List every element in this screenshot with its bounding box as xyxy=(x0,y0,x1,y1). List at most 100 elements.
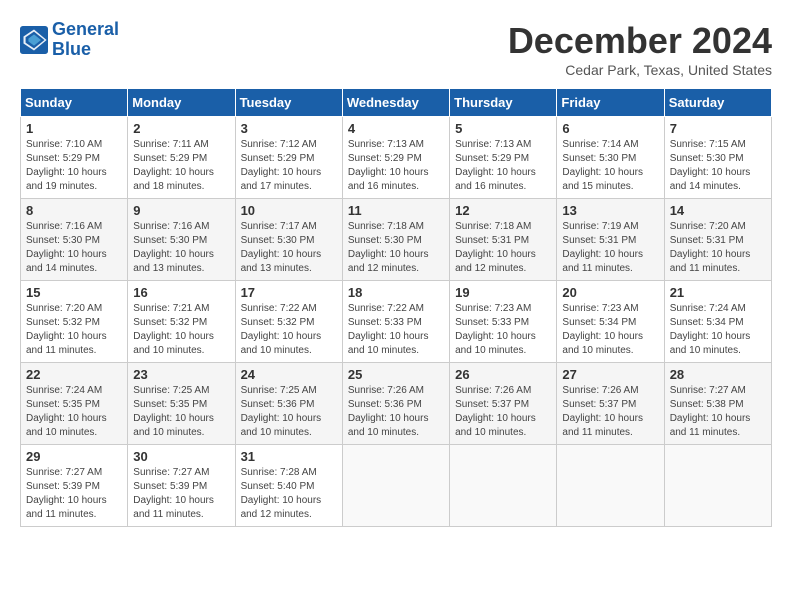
day-number-13: 13 xyxy=(562,203,658,218)
day-info-31: Sunrise: 7:28 AM Sunset: 5:40 PM Dayligh… xyxy=(241,466,337,522)
calendar-week-4: 29 Sunrise: 7:27 AM Sunset: 5:39 PM Dayl… xyxy=(21,445,772,527)
day-info-20: Sunrise: 7:23 AM Sunset: 5:34 PM Dayligh… xyxy=(562,302,658,358)
day-info-16: Sunrise: 7:21 AM Sunset: 5:32 PM Dayligh… xyxy=(133,302,229,358)
day-number-30: 30 xyxy=(133,449,229,464)
day-info-27: Sunrise: 7:26 AM Sunset: 5:37 PM Dayligh… xyxy=(562,384,658,440)
day-info-5: Sunrise: 7:13 AM Sunset: 5:29 PM Dayligh… xyxy=(455,138,551,194)
calendar-header-row: Sunday Monday Tuesday Wednesday Thursday… xyxy=(21,89,772,117)
day-info-12: Sunrise: 7:18 AM Sunset: 5:31 PM Dayligh… xyxy=(455,220,551,276)
day-cell-17: 17 Sunrise: 7:22 AM Sunset: 5:32 PM Dayl… xyxy=(235,281,342,363)
header-wednesday: Wednesday xyxy=(342,89,449,117)
day-number-19: 19 xyxy=(455,285,551,300)
day-info-19: Sunrise: 7:23 AM Sunset: 5:33 PM Dayligh… xyxy=(455,302,551,358)
day-info-23: Sunrise: 7:25 AM Sunset: 5:35 PM Dayligh… xyxy=(133,384,229,440)
day-number-12: 12 xyxy=(455,203,551,218)
day-info-9: Sunrise: 7:16 AM Sunset: 5:30 PM Dayligh… xyxy=(133,220,229,276)
logo-line2: Blue xyxy=(52,39,91,59)
day-info-11: Sunrise: 7:18 AM Sunset: 5:30 PM Dayligh… xyxy=(348,220,444,276)
day-number-11: 11 xyxy=(348,203,444,218)
day-cell-1: 1 Sunrise: 7:10 AM Sunset: 5:29 PM Dayli… xyxy=(21,117,128,199)
day-number-27: 27 xyxy=(562,367,658,382)
day-cell-21: 21 Sunrise: 7:24 AM Sunset: 5:34 PM Dayl… xyxy=(664,281,771,363)
day-info-15: Sunrise: 7:20 AM Sunset: 5:32 PM Dayligh… xyxy=(26,302,122,358)
day-cell-15: 15 Sunrise: 7:20 AM Sunset: 5:32 PM Dayl… xyxy=(21,281,128,363)
day-cell-23: 23 Sunrise: 7:25 AM Sunset: 5:35 PM Dayl… xyxy=(128,363,235,445)
day-number-7: 7 xyxy=(670,121,766,136)
day-cell-27: 27 Sunrise: 7:26 AM Sunset: 5:37 PM Dayl… xyxy=(557,363,664,445)
empty-cell xyxy=(557,445,664,527)
day-number-26: 26 xyxy=(455,367,551,382)
day-info-22: Sunrise: 7:24 AM Sunset: 5:35 PM Dayligh… xyxy=(26,384,122,440)
day-number-29: 29 xyxy=(26,449,122,464)
day-info-2: Sunrise: 7:11 AM Sunset: 5:29 PM Dayligh… xyxy=(133,138,229,194)
day-info-18: Sunrise: 7:22 AM Sunset: 5:33 PM Dayligh… xyxy=(348,302,444,358)
day-info-7: Sunrise: 7:15 AM Sunset: 5:30 PM Dayligh… xyxy=(670,138,766,194)
day-number-6: 6 xyxy=(562,121,658,136)
logo-line1: General xyxy=(52,19,119,39)
header-monday: Monday xyxy=(128,89,235,117)
header-saturday: Saturday xyxy=(664,89,771,117)
day-cell-25: 25 Sunrise: 7:26 AM Sunset: 5:36 PM Dayl… xyxy=(342,363,449,445)
day-number-5: 5 xyxy=(455,121,551,136)
day-info-6: Sunrise: 7:14 AM Sunset: 5:30 PM Dayligh… xyxy=(562,138,658,194)
day-info-1: Sunrise: 7:10 AM Sunset: 5:29 PM Dayligh… xyxy=(26,138,122,194)
location-title: Cedar Park, Texas, United States xyxy=(508,62,772,78)
day-cell-19: 19 Sunrise: 7:23 AM Sunset: 5:33 PM Dayl… xyxy=(450,281,557,363)
day-number-18: 18 xyxy=(348,285,444,300)
day-cell-30: 30 Sunrise: 7:27 AM Sunset: 5:39 PM Dayl… xyxy=(128,445,235,527)
day-cell-16: 16 Sunrise: 7:21 AM Sunset: 5:32 PM Dayl… xyxy=(128,281,235,363)
day-cell-24: 24 Sunrise: 7:25 AM Sunset: 5:36 PM Dayl… xyxy=(235,363,342,445)
day-number-25: 25 xyxy=(348,367,444,382)
day-cell-8: 8 Sunrise: 7:16 AM Sunset: 5:30 PM Dayli… xyxy=(21,199,128,281)
day-cell-12: 12 Sunrise: 7:18 AM Sunset: 5:31 PM Dayl… xyxy=(450,199,557,281)
day-number-31: 31 xyxy=(241,449,337,464)
day-number-20: 20 xyxy=(562,285,658,300)
day-info-25: Sunrise: 7:26 AM Sunset: 5:36 PM Dayligh… xyxy=(348,384,444,440)
day-number-3: 3 xyxy=(241,121,337,136)
logo-text: General Blue xyxy=(52,20,119,60)
day-info-21: Sunrise: 7:24 AM Sunset: 5:34 PM Dayligh… xyxy=(670,302,766,358)
day-info-13: Sunrise: 7:19 AM Sunset: 5:31 PM Dayligh… xyxy=(562,220,658,276)
day-number-1: 1 xyxy=(26,121,122,136)
day-info-4: Sunrise: 7:13 AM Sunset: 5:29 PM Dayligh… xyxy=(348,138,444,194)
day-number-16: 16 xyxy=(133,285,229,300)
day-number-8: 8 xyxy=(26,203,122,218)
day-cell-22: 22 Sunrise: 7:24 AM Sunset: 5:35 PM Dayl… xyxy=(21,363,128,445)
day-cell-18: 18 Sunrise: 7:22 AM Sunset: 5:33 PM Dayl… xyxy=(342,281,449,363)
day-info-3: Sunrise: 7:12 AM Sunset: 5:29 PM Dayligh… xyxy=(241,138,337,194)
day-cell-9: 9 Sunrise: 7:16 AM Sunset: 5:30 PM Dayli… xyxy=(128,199,235,281)
day-cell-28: 28 Sunrise: 7:27 AM Sunset: 5:38 PM Dayl… xyxy=(664,363,771,445)
day-number-23: 23 xyxy=(133,367,229,382)
header-tuesday: Tuesday xyxy=(235,89,342,117)
header-thursday: Thursday xyxy=(450,89,557,117)
day-cell-4: 4 Sunrise: 7:13 AM Sunset: 5:29 PM Dayli… xyxy=(342,117,449,199)
day-cell-10: 10 Sunrise: 7:17 AM Sunset: 5:30 PM Dayl… xyxy=(235,199,342,281)
header-sunday: Sunday xyxy=(21,89,128,117)
day-cell-3: 3 Sunrise: 7:12 AM Sunset: 5:29 PM Dayli… xyxy=(235,117,342,199)
day-number-2: 2 xyxy=(133,121,229,136)
title-section: December 2024 Cedar Park, Texas, United … xyxy=(508,20,772,78)
day-number-22: 22 xyxy=(26,367,122,382)
day-cell-5: 5 Sunrise: 7:13 AM Sunset: 5:29 PM Dayli… xyxy=(450,117,557,199)
day-info-8: Sunrise: 7:16 AM Sunset: 5:30 PM Dayligh… xyxy=(26,220,122,276)
day-info-14: Sunrise: 7:20 AM Sunset: 5:31 PM Dayligh… xyxy=(670,220,766,276)
day-cell-2: 2 Sunrise: 7:11 AM Sunset: 5:29 PM Dayli… xyxy=(128,117,235,199)
day-number-24: 24 xyxy=(241,367,337,382)
page-header: General Blue December 2024 Cedar Park, T… xyxy=(20,20,772,78)
day-info-28: Sunrise: 7:27 AM Sunset: 5:38 PM Dayligh… xyxy=(670,384,766,440)
day-cell-7: 7 Sunrise: 7:15 AM Sunset: 5:30 PM Dayli… xyxy=(664,117,771,199)
logo-icon xyxy=(20,26,48,54)
empty-cell xyxy=(450,445,557,527)
calendar-week-1: 8 Sunrise: 7:16 AM Sunset: 5:30 PM Dayli… xyxy=(21,199,772,281)
day-number-21: 21 xyxy=(670,285,766,300)
calendar-week-2: 15 Sunrise: 7:20 AM Sunset: 5:32 PM Dayl… xyxy=(21,281,772,363)
day-cell-13: 13 Sunrise: 7:19 AM Sunset: 5:31 PM Dayl… xyxy=(557,199,664,281)
day-cell-20: 20 Sunrise: 7:23 AM Sunset: 5:34 PM Dayl… xyxy=(557,281,664,363)
day-number-14: 14 xyxy=(670,203,766,218)
day-number-17: 17 xyxy=(241,285,337,300)
day-info-10: Sunrise: 7:17 AM Sunset: 5:30 PM Dayligh… xyxy=(241,220,337,276)
empty-cell xyxy=(664,445,771,527)
header-friday: Friday xyxy=(557,89,664,117)
day-cell-31: 31 Sunrise: 7:28 AM Sunset: 5:40 PM Dayl… xyxy=(235,445,342,527)
day-number-9: 9 xyxy=(133,203,229,218)
